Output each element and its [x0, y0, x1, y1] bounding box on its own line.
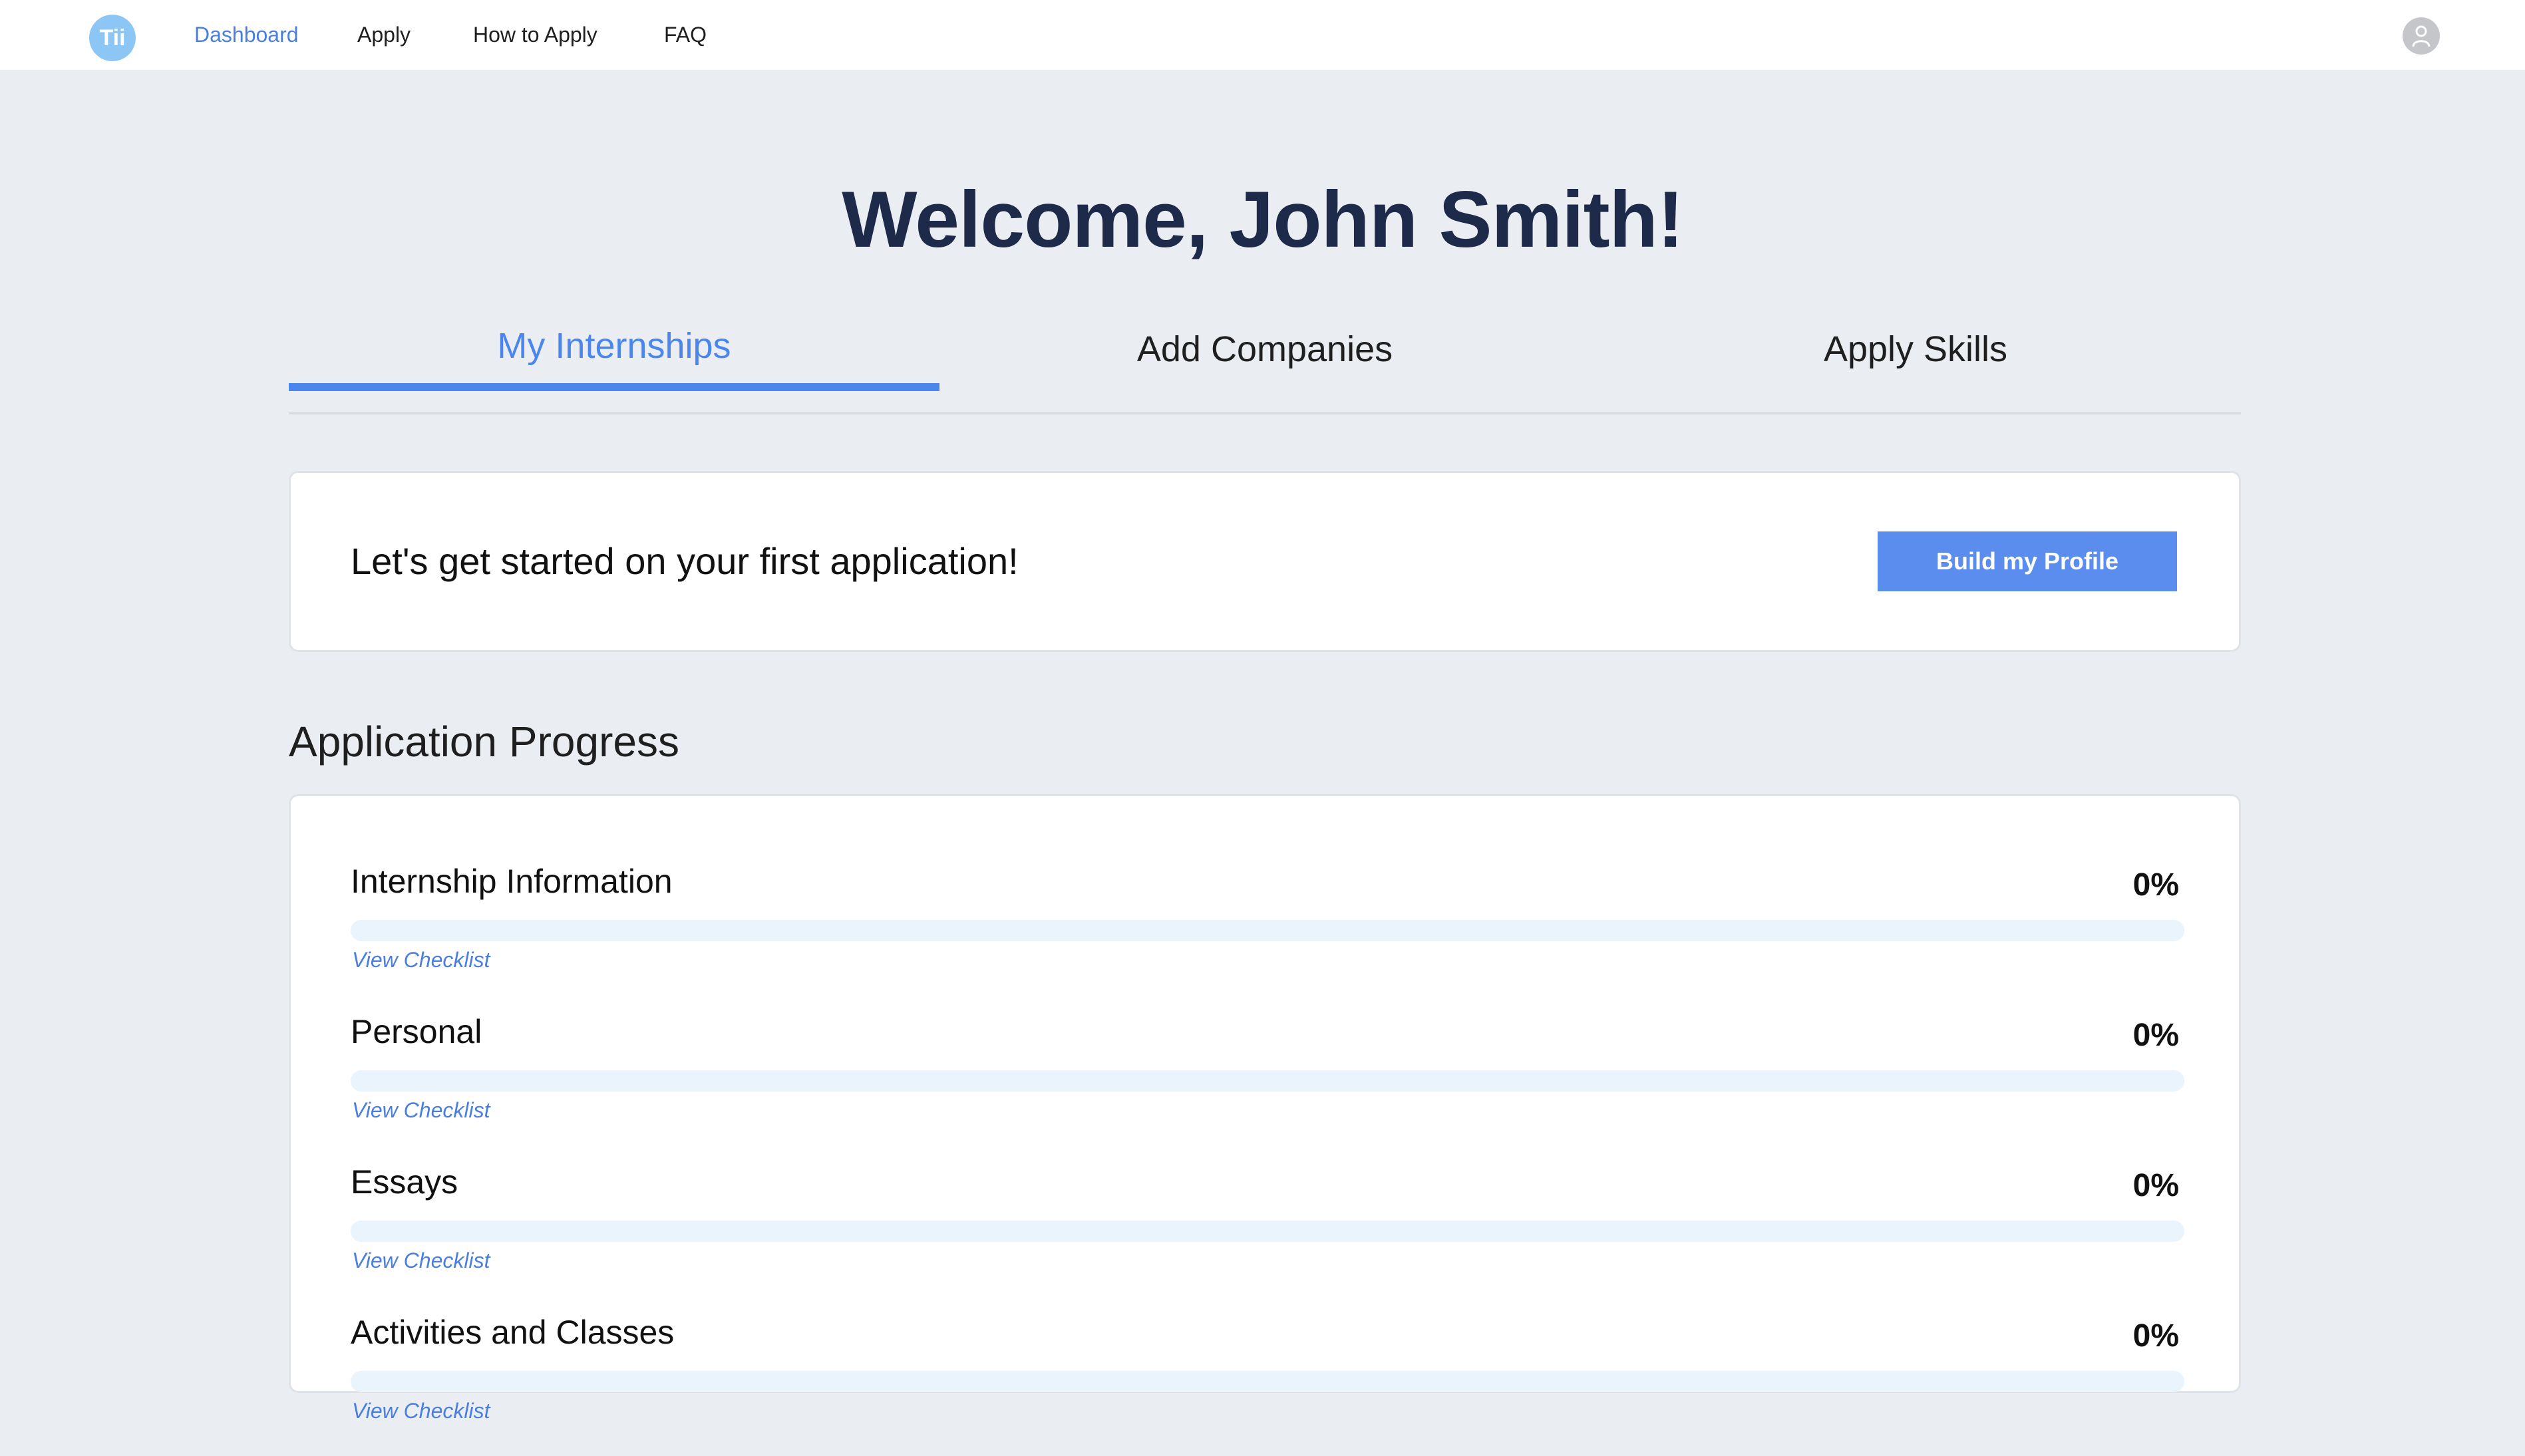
- progress-bar: [351, 1070, 2184, 1092]
- tab-my-internships[interactable]: My Internships: [289, 313, 939, 392]
- progress-percent: 0%: [2132, 1018, 2179, 1053]
- application-progress-card: Internship Information 0% View Checklist…: [289, 794, 2241, 1423]
- view-checklist-link[interactable]: View Checklist: [352, 944, 490, 976]
- progress-item-personal: Personal 0% View Checklist: [291, 1005, 2239, 1155]
- progress-label: Activities and Classes: [351, 1314, 675, 1351]
- progress-bar: [351, 1371, 2184, 1392]
- tab-apply-skills[interactable]: Apply Skills: [1590, 313, 2241, 392]
- get-started-text: Let's get started on your first applicat…: [351, 540, 1019, 582]
- nav-link-apply[interactable]: Apply: [357, 0, 411, 70]
- nav-link-faq[interactable]: FAQ: [664, 0, 707, 70]
- progress-item-activities-and-classes: Activities and Classes 0% View Checklist: [291, 1306, 2239, 1456]
- application-progress-title: Application Progress: [289, 718, 679, 766]
- user-avatar-icon[interactable]: [2403, 17, 2440, 55]
- build-profile-button[interactable]: Build my Profile: [1878, 531, 2177, 591]
- nav-link-dashboard[interactable]: Dashboard: [194, 0, 299, 70]
- progress-percent: 0%: [2132, 1168, 2179, 1203]
- tab-add-companies[interactable]: Add Companies: [939, 313, 1590, 392]
- progress-bar: [351, 1221, 2184, 1242]
- welcome-heading: Welcome, John Smith!: [842, 175, 1684, 264]
- top-navigation-bar: Tii Dashboard Apply How to Apply FAQ: [0, 0, 2525, 70]
- dashboard-tabs: My Internships Add Companies Apply Skill…: [289, 313, 2241, 414]
- progress-label: Personal: [351, 1013, 482, 1050]
- logo[interactable]: Tii: [89, 15, 136, 61]
- user-icon: [2412, 25, 2431, 47]
- progress-percent: 0%: [2132, 867, 2179, 903]
- view-checklist-link[interactable]: View Checklist: [352, 1244, 490, 1276]
- progress-item-internship-information: Internship Information 0% View Checklist: [291, 855, 2239, 1005]
- get-started-card: Let's get started on your first applicat…: [289, 471, 2241, 652]
- progress-percent: 0%: [2132, 1318, 2179, 1354]
- view-checklist-link[interactable]: View Checklist: [352, 1395, 490, 1427]
- progress-label: Internship Information: [351, 863, 673, 900]
- nav-link-how-to-apply[interactable]: How to Apply: [473, 0, 597, 70]
- progress-label: Essays: [351, 1163, 458, 1201]
- view-checklist-link[interactable]: View Checklist: [352, 1094, 490, 1126]
- progress-bar: [351, 920, 2184, 941]
- progress-item-essays: Essays 0% View Checklist: [291, 1155, 2239, 1306]
